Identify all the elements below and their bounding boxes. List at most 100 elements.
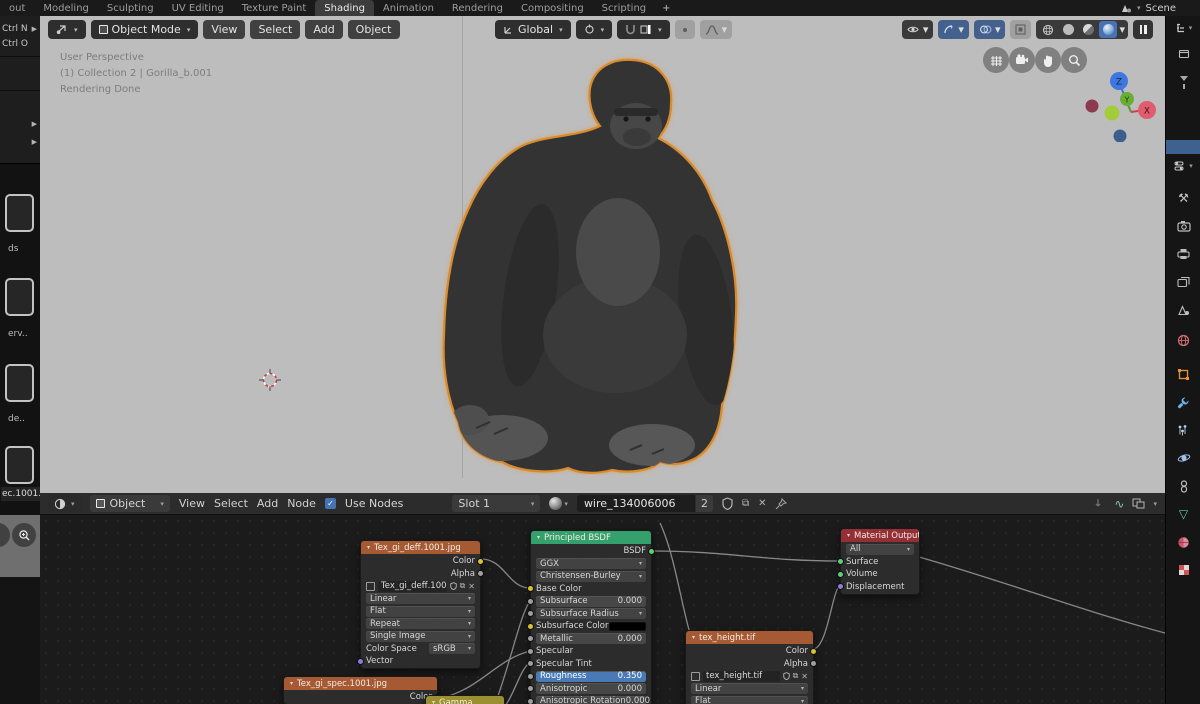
input-socket-vector[interactable] [357,657,364,665]
render-pause-button[interactable] [1133,20,1153,39]
interpolation-dropdown[interactable]: Linear ▾ [366,593,475,604]
tab-material-properties[interactable] [1166,530,1200,554]
collapse-triangle-icon[interactable]: ▾ [367,544,370,551]
extension-dropdown[interactable]: Repeat ▾ [366,618,475,629]
tab-render-properties[interactable] [1166,214,1200,238]
input-socket-metallic[interactable] [527,635,534,642]
tab-sculpting[interactable]: Sculpting [98,0,163,16]
output-socket-color[interactable] [477,557,484,565]
node-material-output[interactable]: ▾ Material Output All ▾ Surface Volume Di… [837,528,920,595]
pin-icon[interactable] [775,497,788,510]
input-socket-displacement[interactable] [837,583,844,590]
node-graph-canvas[interactable]: ▾ Tex_gi_deff.1001.jpg Color Alpha Tex_g… [40,515,1165,704]
proportional-falloff-dropdown[interactable]: ▾ [699,20,733,39]
copy-icon[interactable]: ⧉ [793,671,799,681]
outliner-selected-row[interactable] [1166,140,1200,154]
shading-solid-button[interactable] [1059,21,1077,38]
input-socket-sss-color[interactable] [527,622,534,630]
shader-menu-select[interactable]: Select [214,497,248,510]
unlink-icon[interactable]: ✕ [468,582,475,591]
mode-dropdown[interactable]: Object Mode ▾ [90,20,199,39]
axis-neg-z-ball[interactable] [1113,129,1127,143]
proportional-editing-toggle[interactable] [674,20,695,39]
sss-color-swatch[interactable] [608,621,646,631]
overlays-toggle[interactable]: ▾ [973,20,1006,39]
viewport-3d[interactable]: ▾ Object Mode ▾ View Select Add Object G… [40,16,1165,493]
material-name-field[interactable]: wire_134006006 [576,495,695,512]
perspective-toggle-button[interactable] [983,47,1009,73]
projection-dropdown[interactable]: Flat ▾ [366,605,475,617]
editor-type-button[interactable]: ▾ [48,20,86,39]
output-socket-alpha[interactable] [810,660,817,667]
input-socket-specular[interactable] [527,647,534,655]
roughness-slider[interactable]: Roughness 0.350 [527,670,646,682]
fake-user-shield-icon[interactable] [722,497,733,510]
unlink-material-icon[interactable]: ✕ [758,498,766,509]
unlink-icon[interactable]: ✕ [801,672,808,681]
collection-icon-row[interactable] [1166,48,1200,59]
tab-texture-paint[interactable]: Texture Paint [233,0,316,16]
input-socket-roughness[interactable] [527,672,534,680]
tab-compositing[interactable]: Compositing [512,0,593,16]
source-dropdown[interactable]: Single Image ▾ [366,630,475,642]
tab-view-layer-properties[interactable] [1166,270,1200,294]
output-socket-bsdf[interactable] [648,547,655,555]
tab-layout-partial[interactable]: out [0,0,34,16]
shield-icon[interactable] [782,672,790,680]
shader-menu-node[interactable]: Node [287,497,316,510]
tab-world-properties[interactable] [1166,328,1200,352]
tab-physics-properties[interactable] [1166,446,1200,470]
pan-view-button[interactable] [1035,47,1061,73]
shading-rendered-button[interactable] [1099,21,1118,38]
node-image-texture-deff[interactable]: ▾ Tex_gi_deff.1001.jpg Color Alpha Tex_g… [357,540,484,669]
collapse-triangle-icon[interactable]: ▾ [290,680,293,687]
target-dropdown[interactable]: All ▾ [846,543,914,555]
input-socket-volume[interactable] [837,570,844,578]
axis-neg-x-ball[interactable] [1085,99,1099,113]
menu-shortcut-new[interactable]: Ctrl N [2,24,28,34]
shading-material-button[interactable] [1079,21,1097,38]
subsurface-slider[interactable]: Subsurface 0.000 [527,595,646,607]
color-space-dropdown[interactable]: sRGB ▾ [429,643,475,654]
add-workspace-button[interactable]: + [655,0,677,16]
navigation-axis-gizmo[interactable]: Z Y X [1082,40,1164,142]
sss-color-row[interactable]: Subsurface Color [527,621,646,632]
tab-texture-properties[interactable] [1166,558,1200,582]
distribution-dropdown[interactable]: GGX ▾ [536,558,646,569]
node-header[interactable]: ▾ Gamma [426,696,504,704]
properties-editor-button[interactable]: ▾ [1166,160,1200,172]
node-gamma[interactable]: ▾ Gamma [425,695,505,704]
image-datablock-row[interactable]: Tex_gi_deff.1001... ⧉ ✕ [366,580,475,592]
output-socket-color[interactable] [810,647,817,655]
material-slot-dropdown[interactable]: Slot 1 ▾ [452,495,541,512]
menu-object[interactable]: Object [347,20,400,39]
tab-object-properties[interactable] [1166,362,1200,386]
node-header[interactable]: ▾ Tex_gi_spec.1001.jpg [284,677,437,690]
overlay-options-icon[interactable] [1132,498,1145,509]
image-datablock-row[interactable]: tex_height.tif ⧉ ✕ [691,670,808,682]
transform-orientation-dropdown[interactable]: Global ▾ [495,20,571,39]
tab-scripting[interactable]: Scripting [593,0,655,16]
sss-radius-dropdown[interactable]: Subsurface Radius ▾ [527,608,646,619]
input-socket-anisotropic[interactable] [527,685,534,692]
menu-select[interactable]: Select [250,20,301,39]
tab-output-properties[interactable] [1166,242,1200,266]
input-socket-surface[interactable] [837,558,844,565]
sss-method-dropdown[interactable]: Christensen-Burley ▾ [536,570,646,582]
node-principled-bsdf[interactable]: ▾ Principled BSDF BSDF GGX ▾ Christensen-… [527,530,655,704]
tab-rendering[interactable]: Rendering [443,0,512,16]
use-nodes-checkbox[interactable]: ✓ [324,498,336,509]
copy-icon[interactable]: ⧉ [460,581,466,591]
input-socket-aniso-rotation[interactable] [527,697,534,704]
node-header[interactable]: ▾ Tex_gi_deff.1001.jpg [361,541,480,554]
anisotropic-rotation-slider[interactable]: Anisotropic Rotation 0.000 [527,695,650,704]
tab-modifier-properties[interactable] [1166,390,1200,414]
node-header[interactable]: ▾ tex_height.tif [686,631,813,644]
menu-view[interactable]: View [203,20,246,39]
output-socket-alpha[interactable] [477,570,484,577]
collapse-triangle-icon[interactable]: ▾ [692,634,695,641]
collapse-triangle-icon[interactable]: ▾ [847,532,850,539]
axis-neg-y-ball[interactable] [1104,105,1120,121]
asset-thumbnail[interactable] [5,446,34,484]
node-header[interactable]: ▾ Material Output [841,529,919,542]
